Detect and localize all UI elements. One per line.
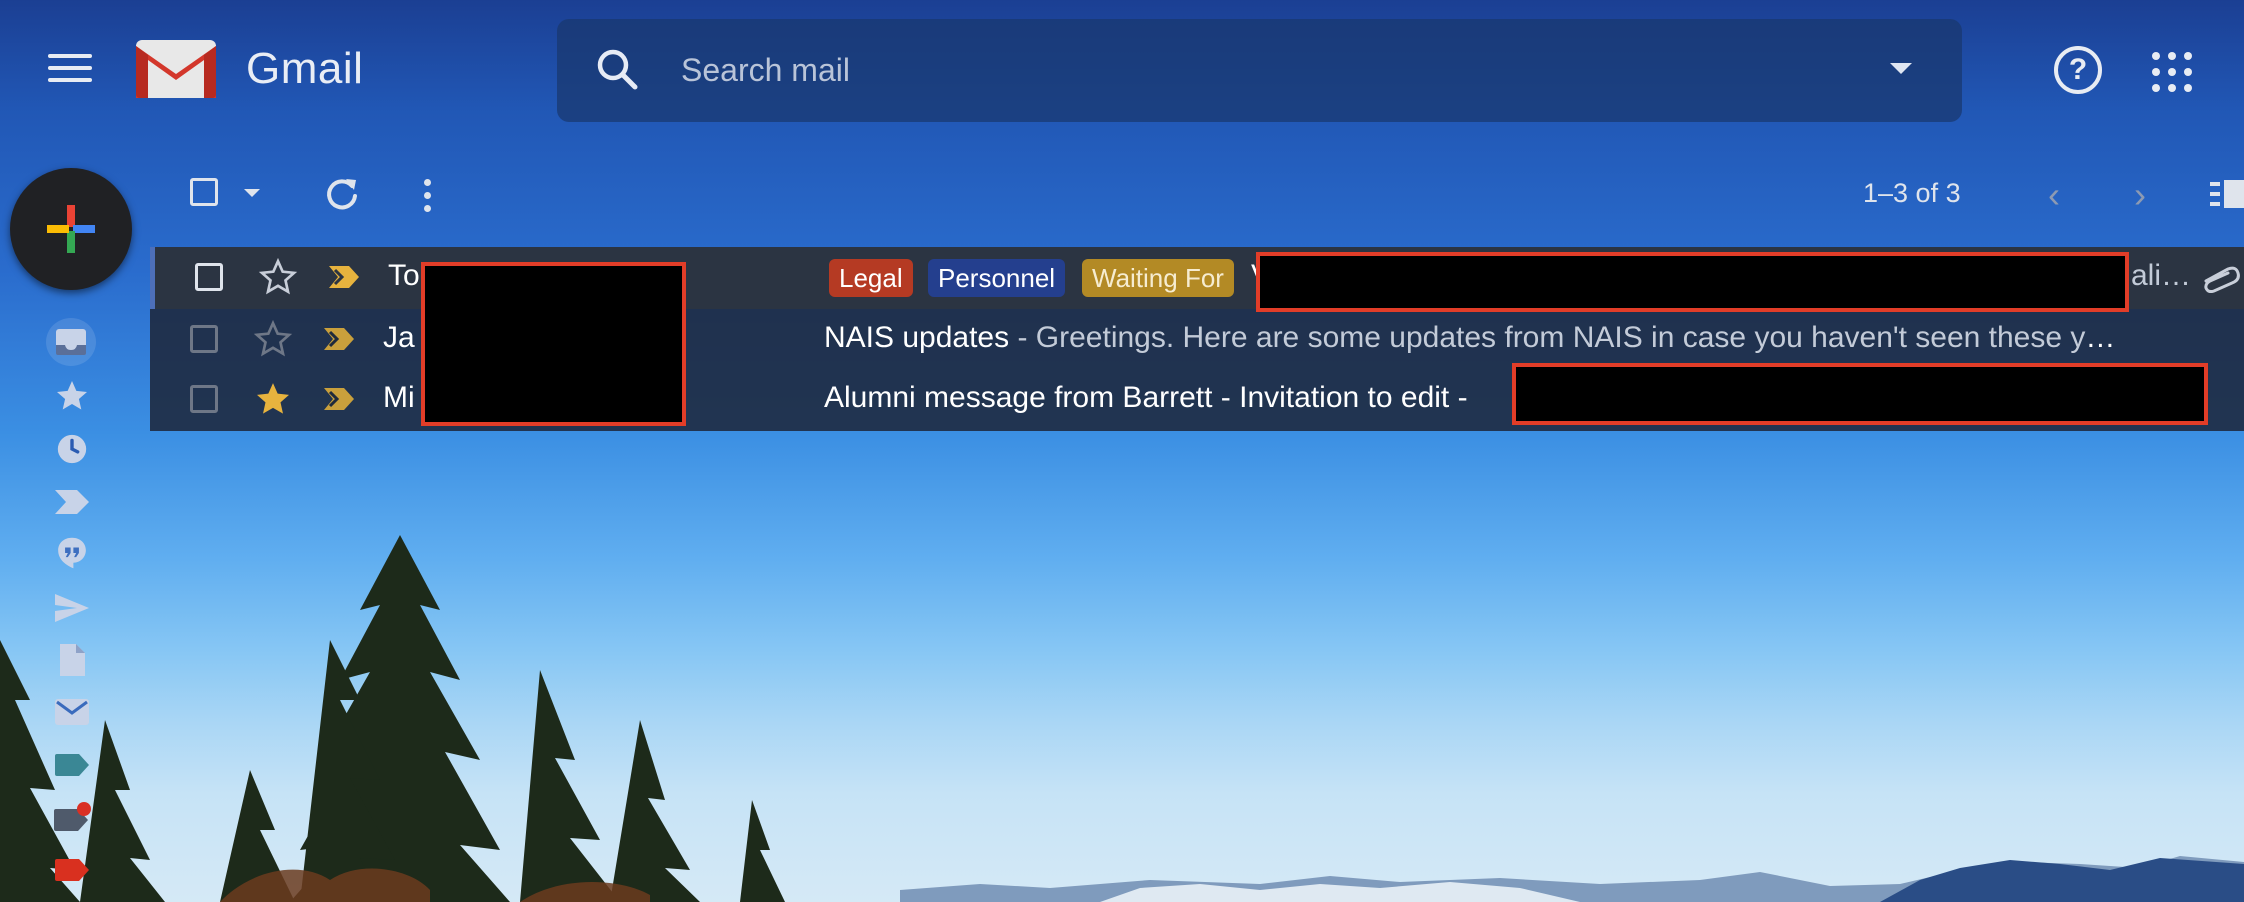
redaction-block-subject [1256, 252, 2129, 312]
inbox-icon [56, 329, 86, 355]
list-toolbar: 1–3 of 3 ‹ › [150, 160, 2244, 226]
refresh-icon[interactable] [324, 176, 360, 212]
compose-button[interactable] [10, 168, 132, 290]
label-gray-icon [54, 802, 91, 831]
sidebar-item-important[interactable] [50, 482, 94, 522]
top-bar: Gmail ? [0, 0, 2244, 138]
row-checkbox[interactable] [190, 385, 218, 413]
compose-plus-icon [47, 205, 95, 253]
star-outline-icon[interactable] [253, 319, 293, 359]
sidebar-item-starred[interactable] [50, 376, 94, 416]
important-marker-icon[interactable] [322, 386, 356, 412]
chats-icon [58, 537, 86, 569]
chevron-left-icon[interactable]: ‹ [2048, 174, 2060, 216]
sidebar-item-label-red[interactable] [50, 850, 94, 890]
label-chip-legal: Legal [829, 259, 913, 297]
row-checkbox[interactable] [190, 325, 218, 353]
label-teal-icon [55, 754, 89, 776]
search-input[interactable] [679, 43, 1783, 97]
gmail-logo-icon[interactable] [134, 38, 218, 100]
label-chip-personnel: Personnel [928, 259, 1066, 297]
search-bar[interactable] [557, 19, 1962, 122]
attachment-icon [2204, 266, 2240, 293]
sidebar-item-inbox[interactable] [46, 318, 96, 366]
hamburger-menu-icon[interactable] [44, 46, 96, 92]
redaction-block-senders [421, 262, 686, 426]
pagination-count: 1–3 of 3 [1863, 178, 1961, 208]
all-mail-icon [55, 699, 89, 725]
sender-name: To [388, 259, 420, 292]
sidebar-item-sent[interactable] [50, 588, 94, 628]
star-outline-icon[interactable] [258, 257, 298, 297]
redaction-block-snippet [1512, 363, 2208, 425]
drafts-icon [60, 644, 85, 676]
snoozed-icon [57, 434, 87, 464]
search-icon[interactable] [593, 45, 641, 93]
important-marker-icon[interactable] [327, 264, 361, 290]
more-vert-icon[interactable] [424, 176, 432, 214]
sidebar-item-label-gray[interactable] [50, 797, 94, 837]
starred-icon [57, 381, 87, 410]
sent-icon [55, 594, 89, 622]
search-options-dropdown-icon[interactable] [1890, 63, 1912, 74]
app-name: Gmail [246, 44, 364, 93]
snippet-text: - Greetings. Here are some updates from … [1009, 321, 2124, 354]
select-all-checkbox[interactable] [190, 178, 218, 206]
important-icon [55, 490, 89, 514]
important-marker-icon[interactable] [322, 326, 356, 352]
sidebar-item-all-mail[interactable] [50, 692, 94, 732]
select-options-caret-icon[interactable] [244, 189, 260, 197]
apps-grid-icon[interactable] [2152, 52, 2192, 92]
sidebar-item-drafts[interactable] [50, 640, 94, 680]
row-checkbox[interactable] [195, 263, 223, 291]
subject-text: Alumni message from Barrett - Invitation… [824, 381, 1468, 414]
subject-text: NAIS updates [824, 321, 1010, 354]
label-red-icon [55, 859, 89, 881]
sender-name: Ja [383, 321, 415, 354]
label-chip-waiting-for: Waiting For [1082, 259, 1234, 297]
star-filled-icon[interactable] [253, 379, 293, 419]
sender-name: Mi [383, 381, 415, 414]
sidebar-item-chats[interactable] [50, 533, 94, 573]
sidebar-item-label-teal[interactable] [50, 745, 94, 785]
sidebar-item-snoozed[interactable] [50, 429, 94, 469]
subject-snippet: NAIS updates - Greetings. Here are some … [824, 321, 2124, 355]
help-icon[interactable]: ? [2054, 46, 2102, 94]
split-pane-icon[interactable] [2210, 178, 2244, 210]
chevron-right-icon[interactable]: › [2134, 174, 2146, 216]
snippet-tail: ali… [2131, 259, 2192, 292]
